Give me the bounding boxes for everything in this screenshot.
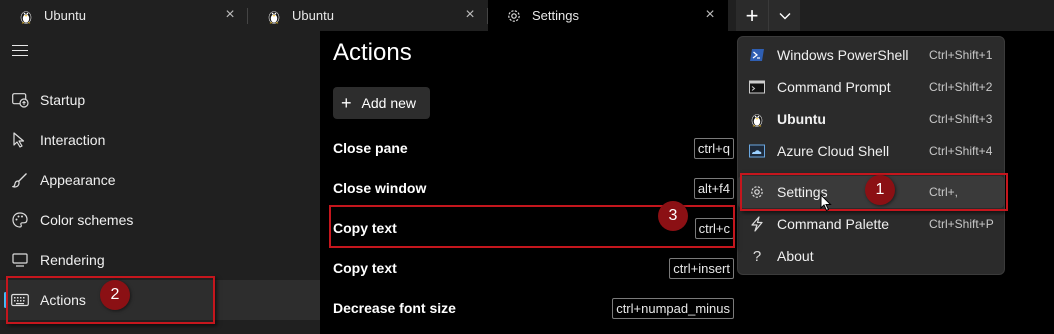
lightning-icon: [748, 215, 766, 233]
sidebar-item-color-schemes[interactable]: Color schemes: [0, 200, 320, 240]
sidebar-item-rendering[interactable]: Rendering: [0, 240, 320, 280]
powershell-icon: [748, 46, 766, 64]
menu-item-windows-powershell[interactable]: Windows PowerShell Ctrl+Shift+1: [738, 39, 1004, 71]
sidebar-item-appearance[interactable]: Appearance: [0, 160, 320, 200]
close-icon[interactable]: ×: [462, 7, 478, 23]
plus-icon: +: [341, 92, 352, 113]
menu-item-label: Ubuntu: [777, 111, 826, 127]
tab-title: Settings: [532, 8, 579, 23]
close-icon[interactable]: ×: [222, 7, 238, 23]
step-badge-3: 3: [658, 201, 688, 231]
menu-item-command-prompt[interactable]: Command Prompt Ctrl+Shift+2: [738, 71, 1004, 103]
sidebar-item-label: Appearance: [40, 172, 116, 188]
menu-item-shortcut: Ctrl+Shift+3: [929, 112, 993, 126]
keybinding: ctrl+insert: [669, 257, 734, 279]
startup-icon: [11, 91, 29, 109]
menu-item-shortcut: Ctrl+Shift+2: [929, 80, 993, 94]
tab-title: Ubuntu: [292, 8, 334, 23]
question-mark-icon: ?: [752, 247, 762, 265]
menu-item-label: About: [777, 248, 814, 264]
sidebar-item-label: Startup: [40, 92, 86, 108]
new-tab-button[interactable]: +: [736, 0, 768, 31]
monitor-icon: [11, 251, 29, 269]
new-tab-dropdown-menu: Windows PowerShell Ctrl+Shift+1 Command …: [737, 36, 1005, 275]
sidebar-item-label: Color schemes: [40, 212, 134, 228]
action-name: Copy text: [333, 260, 397, 276]
tab-ubuntu-2[interactable]: Ubuntu ×: [248, 0, 488, 31]
azure-cloud-icon: [748, 142, 766, 160]
linux-tux-icon: [748, 110, 766, 128]
mouse-pointer-icon: [820, 194, 832, 212]
action-row[interactable]: Decrease font size ctrl+numpad_minus: [333, 288, 734, 328]
menu-item-shortcut: Ctrl+Shift+4: [929, 144, 993, 158]
add-new-label: Add new: [361, 95, 416, 111]
sidebar-item-label: Interaction: [40, 132, 106, 148]
command-prompt-icon: [748, 78, 766, 96]
keybinding: alt+f4: [693, 177, 734, 199]
menu-item-shortcut: Ctrl+Shift+P: [929, 217, 994, 231]
interaction-cursor-icon: [11, 131, 29, 149]
menu-item-label: Azure Cloud Shell: [777, 143, 890, 159]
hamburger-menu-icon[interactable]: [12, 45, 28, 57]
step-badge-2: 2: [100, 280, 130, 310]
page-title: Actions: [333, 39, 412, 66]
menu-item-label: Command Prompt: [777, 79, 891, 95]
tab-actions: +: [736, 0, 800, 31]
menu-item-azure-cloud-shell[interactable]: Azure Cloud Shell Ctrl+Shift+4: [738, 135, 1004, 167]
menu-item-label: Windows PowerShell: [777, 47, 909, 63]
action-name: Close window: [333, 180, 427, 196]
gear-icon: [506, 8, 522, 24]
step-badge-1: 1: [865, 175, 895, 205]
linux-tux-icon: [18, 8, 34, 24]
palette-icon: [11, 211, 29, 229]
tab-bar: Ubuntu × Ubuntu × Settings × +: [0, 0, 1054, 31]
sidebar-item-startup[interactable]: Startup: [0, 80, 320, 120]
keybinding: ctrl+numpad_minus: [612, 297, 734, 319]
action-name: Close pane: [333, 140, 408, 156]
linux-tux-icon: [266, 8, 282, 24]
menu-item-label: Command Palette: [777, 216, 890, 232]
new-tab-dropdown-button[interactable]: [768, 0, 800, 31]
tab-settings[interactable]: Settings ×: [488, 0, 728, 31]
chevron-down-icon: [779, 12, 790, 19]
tab-ubuntu-1[interactable]: Ubuntu ×: [0, 0, 248, 31]
add-new-button[interactable]: + Add new: [333, 87, 430, 119]
menu-item-shortcut: Ctrl+Shift+1: [929, 48, 993, 62]
action-name: Decrease font size: [333, 300, 456, 316]
action-row[interactable]: Copy text ctrl+insert: [333, 248, 734, 288]
menu-item-about[interactable]: ? About: [738, 240, 1004, 272]
close-icon[interactable]: ×: [702, 7, 718, 23]
paintbrush-icon: [11, 171, 29, 189]
sidebar-item-interaction[interactable]: Interaction: [0, 120, 320, 160]
tab-title: Ubuntu: [44, 8, 86, 23]
menu-item-command-palette[interactable]: Command Palette Ctrl+Shift+P: [738, 208, 1004, 240]
action-row[interactable]: Close pane ctrl+q: [333, 128, 734, 168]
keybinding: ctrl+q: [693, 137, 734, 159]
sidebar-item-label: Rendering: [40, 252, 105, 268]
menu-item-ubuntu[interactable]: Ubuntu Ctrl+Shift+3: [738, 103, 1004, 135]
